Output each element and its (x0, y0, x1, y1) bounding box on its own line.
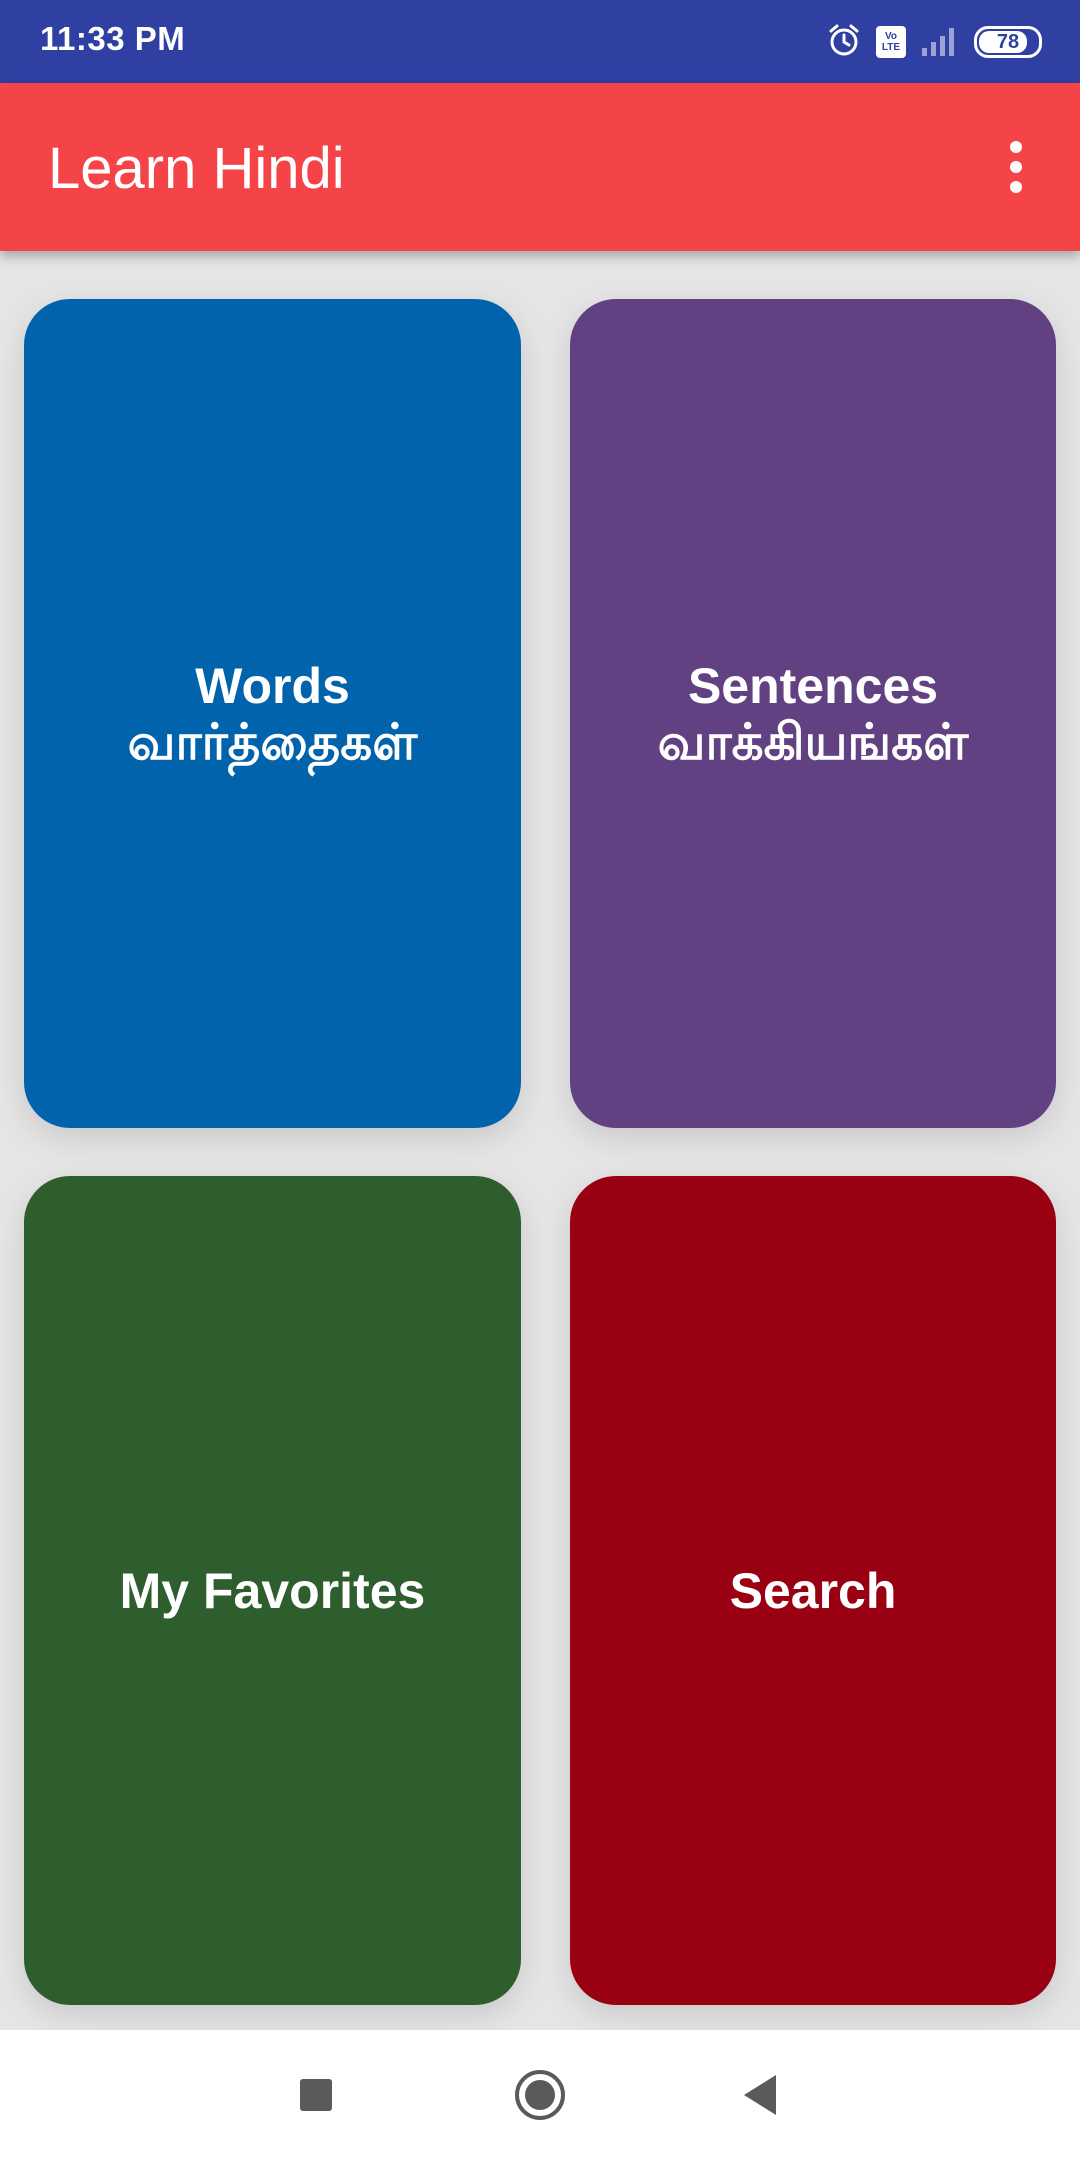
sentences-tile[interactable]: Sentences வாக்கியங்கள் (570, 299, 1056, 1128)
home-button[interactable] (480, 2030, 600, 2160)
battery-level: 78 (996, 30, 1020, 53)
app-bar: Learn Hindi (0, 83, 1080, 251)
status-icons: Vo LTE 78 (826, 22, 1042, 62)
navigation-bar (0, 2030, 1080, 2160)
volte-top-label: Vo (884, 31, 898, 42)
recents-button[interactable] (256, 2030, 376, 2160)
more-vert-icon (1010, 141, 1022, 153)
home-icon-inner (525, 2080, 555, 2110)
status-bar: 11:33 PM Vo LTE 78 (0, 0, 1080, 83)
words-tile[interactable]: Words வார்த்தைகள் (24, 299, 521, 1128)
alarm-icon (826, 22, 862, 63)
search-title: Search (729, 1562, 897, 1619)
signal-icon (920, 24, 960, 61)
words-tamil-title: வார்த்தைகள் (127, 713, 418, 770)
home-icon (515, 2070, 565, 2120)
words-title: Words (195, 657, 350, 714)
volte-bottom-label: LTE (881, 42, 901, 53)
my-favorites-tile[interactable]: My Favorites (24, 1176, 521, 2005)
more-vert-icon (1010, 181, 1022, 193)
my-favorites-title: My Favorites (119, 1562, 426, 1619)
search-tile[interactable]: Search (570, 1176, 1056, 2005)
sentences-title: Sentences (687, 657, 939, 714)
battery-icon: 78 (974, 26, 1042, 58)
back-icon (744, 2075, 776, 2115)
volte-icon: Vo LTE (876, 26, 906, 58)
status-time: 11:33 PM (40, 20, 186, 57)
recents-icon (300, 2079, 332, 2111)
more-vert-icon (1010, 161, 1022, 173)
app-title: Learn Hindi (48, 136, 345, 201)
sentences-tamil-title: வாக்கியங்கள் (657, 713, 969, 770)
more-options-button[interactable] (976, 127, 1056, 207)
back-button[interactable] (700, 2030, 820, 2160)
